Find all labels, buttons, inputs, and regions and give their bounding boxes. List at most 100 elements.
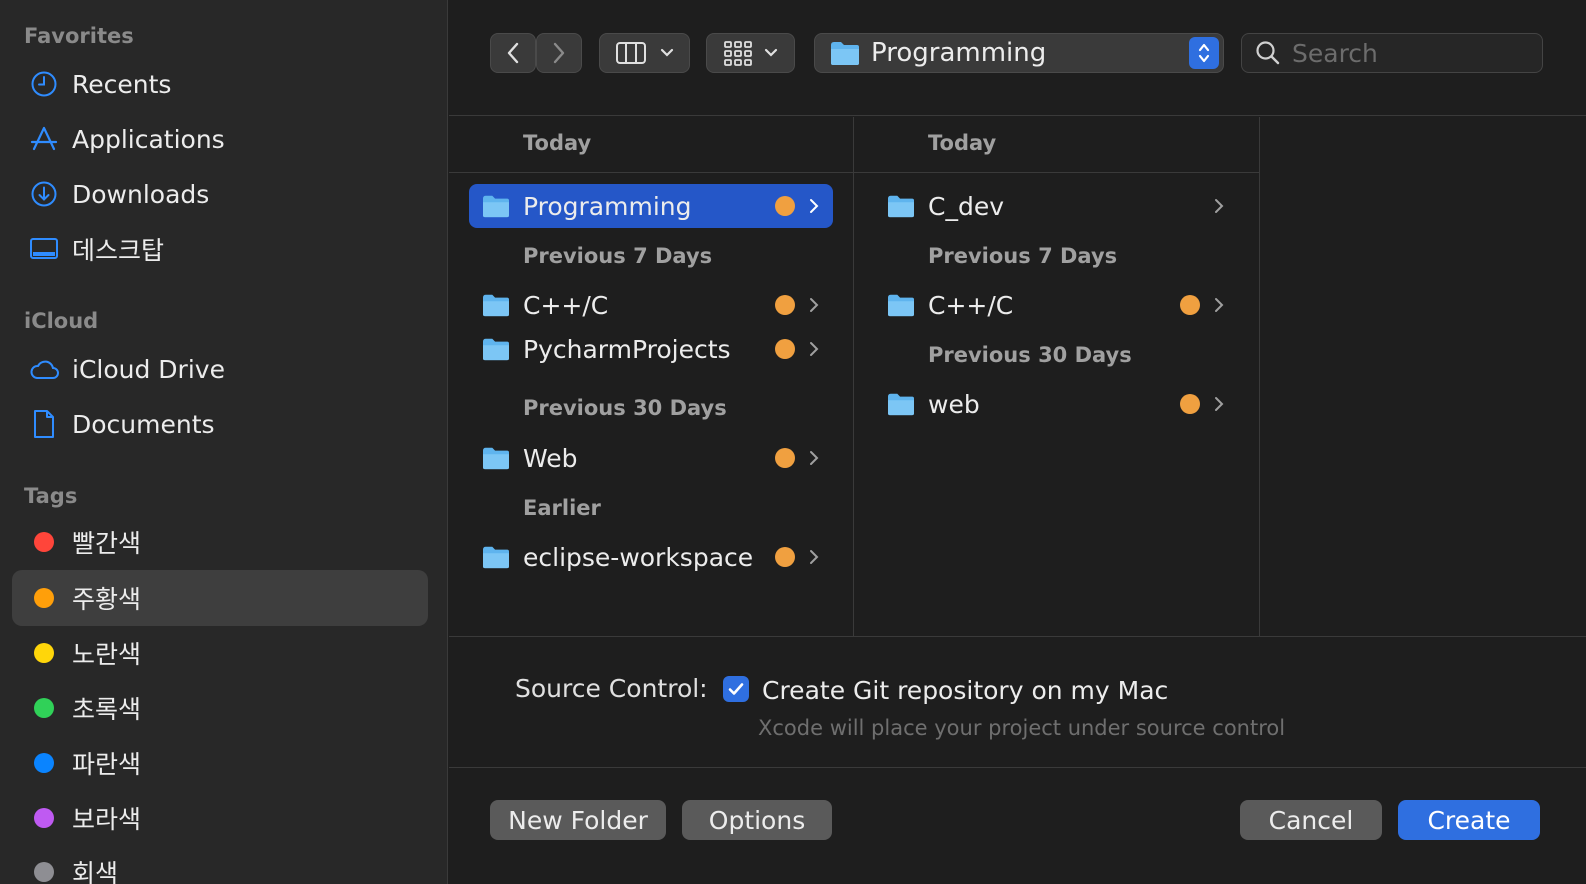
column-3 (1260, 117, 1586, 637)
orange-tag-dot (775, 547, 795, 567)
sidebar: Favorites Recents Applications Downloads… (0, 0, 448, 884)
chevron-right-icon (1214, 297, 1228, 313)
sidebar-tag-green[interactable]: 초록색 (12, 680, 428, 736)
sidebar-tag-yellow[interactable]: 노란색 (12, 625, 428, 681)
sidebar-item-label: Documents (72, 409, 215, 439)
sidebar-item-documents[interactable]: Documents (12, 396, 428, 452)
sidebar-item-label: iCloud Drive (72, 354, 225, 384)
column-2: Today C_dev Previous 7 Days C++/C Previo… (854, 117, 1260, 637)
list-item-pycharmprojects[interactable]: PycharmProjects (469, 327, 833, 371)
back-button[interactable] (490, 33, 536, 73)
sidebar-item-label: Downloads (72, 179, 210, 209)
file-browser-panel: Programming Today Programming Previous 7… (449, 0, 1586, 884)
folder-icon (483, 294, 509, 317)
chevron-up-down-icon (1198, 43, 1210, 63)
list-item-web[interactable]: web (874, 382, 1238, 426)
list-item-cpp[interactable]: C++/C (469, 283, 833, 327)
tag-dot (34, 588, 54, 608)
group-by-button[interactable] (706, 33, 795, 73)
chevron-right-icon (809, 297, 823, 313)
chevron-down-icon (660, 48, 673, 57)
list-item-web[interactable]: Web (469, 436, 833, 480)
sidebar-item-label: 파란색 (72, 750, 142, 779)
sidebar-item-label: 노란색 (72, 640, 142, 669)
chevron-down-icon (764, 48, 777, 57)
tag-dot (34, 643, 54, 663)
sidebar-item-label: 주황색 (72, 585, 142, 614)
tags-section-title: Tags (24, 484, 78, 508)
group-label: Previous 30 Days (928, 343, 1132, 367)
column-header-label: Today (523, 131, 592, 155)
document-icon (26, 406, 62, 442)
list-item-cpp[interactable]: C++/C (874, 283, 1238, 327)
sidebar-item-label: Applications (72, 124, 225, 154)
sidebar-item-label: 보라색 (72, 805, 142, 834)
sidebar-item-downloads[interactable]: Downloads (12, 166, 428, 222)
search-field[interactable] (1241, 33, 1543, 73)
toolbar: Programming (449, 0, 1586, 116)
sidebar-item-applications[interactable]: Applications (12, 111, 428, 167)
source-control-section: Source Control: Create Git repository on… (449, 638, 1586, 768)
folder-icon (888, 393, 914, 416)
applications-icon (26, 121, 62, 157)
view-mode-button[interactable] (599, 33, 690, 73)
sidebar-item-label: Recents (72, 69, 172, 99)
item-name: eclipse-workspace (523, 542, 754, 572)
clock-icon (26, 66, 62, 102)
git-repository-checkbox-label[interactable]: Create Git repository on my Mac (762, 676, 1168, 705)
sidebar-tag-blue[interactable]: 파란색 (12, 735, 428, 791)
git-repository-checkbox[interactable] (723, 676, 749, 702)
create-button[interactable]: Create (1398, 800, 1540, 840)
chevron-right-icon (809, 549, 823, 565)
sidebar-item-label: 회색 (72, 859, 119, 884)
sidebar-tag-orange[interactable]: 주황색 (12, 570, 428, 626)
sidebar-tag-purple[interactable]: 보라색 (12, 790, 428, 846)
source-control-hint: Xcode will place your project under sour… (758, 716, 1286, 740)
download-icon (26, 176, 62, 212)
location-popup[interactable]: Programming (814, 33, 1224, 73)
folder-icon (483, 546, 509, 569)
chevron-right-icon (809, 341, 823, 357)
source-control-label: Source Control: (515, 674, 708, 703)
tag-dot (34, 862, 54, 882)
column-header-label: Today (928, 131, 997, 155)
group-label: Previous 7 Days (523, 244, 713, 268)
sidebar-tag-red[interactable]: 빨간색 (12, 514, 428, 570)
chevron-left-icon (507, 42, 519, 64)
list-item-eclipse-workspace[interactable]: eclipse-workspace (469, 535, 833, 579)
tag-dot (34, 753, 54, 773)
chevron-right-icon (553, 42, 565, 64)
desktop-icon (26, 231, 62, 267)
new-folder-button[interactable]: New Folder (490, 800, 666, 840)
search-icon (1256, 41, 1280, 65)
options-button[interactable]: Options (682, 800, 832, 840)
search-input[interactable] (1292, 38, 1522, 68)
list-item-c-dev[interactable]: C_dev (874, 184, 1238, 228)
tag-dot (34, 808, 54, 828)
columns-view-icon (615, 42, 646, 64)
cancel-button[interactable]: Cancel (1240, 800, 1382, 840)
sidebar-item-label: 데스크탑 (72, 236, 165, 265)
folder-icon (831, 42, 859, 65)
tag-dot (34, 532, 54, 552)
orange-tag-dot (1180, 394, 1200, 414)
forward-button[interactable] (536, 33, 582, 73)
button-bar: New Folder Options Cancel Create (449, 769, 1586, 884)
chevron-right-icon (1214, 198, 1228, 214)
sidebar-item-desktop[interactable]: 데스크탑 (12, 221, 428, 277)
item-name: Web (523, 443, 578, 473)
item-name: C_dev (928, 191, 1005, 221)
item-name: C++/C (523, 290, 609, 320)
orange-tag-dot (775, 448, 795, 468)
group-label: Previous 30 Days (523, 396, 727, 420)
sidebar-item-recents[interactable]: Recents (12, 56, 428, 112)
folder-icon (483, 338, 509, 361)
sidebar-tag-gray[interactable]: 회색 (12, 844, 428, 884)
orange-tag-dot (775, 339, 795, 359)
column-header: Today (449, 117, 853, 173)
folder-icon (483, 447, 509, 470)
group-label: Earlier (523, 496, 601, 520)
sidebar-item-icloud-drive[interactable]: iCloud Drive (12, 341, 428, 397)
orange-tag-dot (775, 295, 795, 315)
list-item-programming[interactable]: Programming (469, 184, 833, 228)
